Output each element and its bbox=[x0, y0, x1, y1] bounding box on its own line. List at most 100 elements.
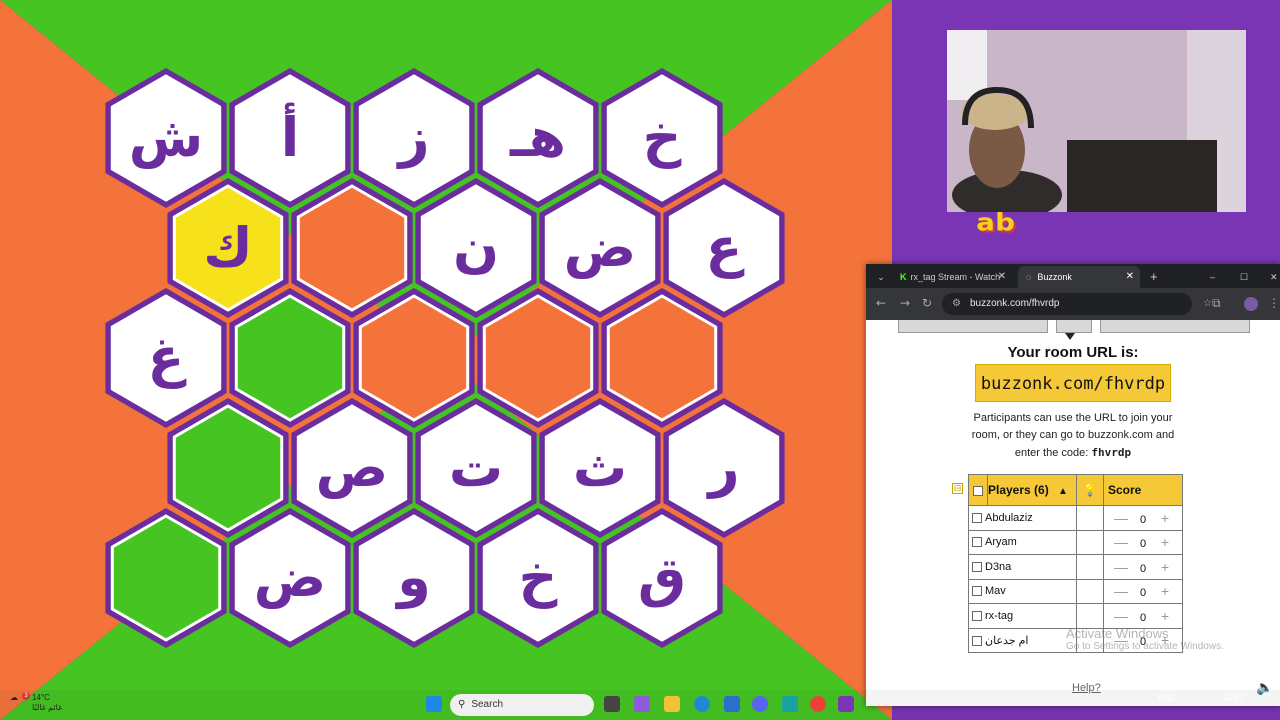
speaker-icon[interactable]: 🔈 bbox=[1256, 680, 1273, 696]
player-score: 0 bbox=[1139, 562, 1147, 575]
player-name: ام جدعان bbox=[985, 634, 1029, 647]
top-button-right[interactable] bbox=[1100, 320, 1250, 333]
edge-icon[interactable] bbox=[694, 696, 710, 712]
windows-start-icon[interactable] bbox=[426, 696, 442, 712]
minimize-button[interactable]: – bbox=[1210, 266, 1215, 288]
store-icon[interactable] bbox=[724, 696, 740, 712]
app-icon[interactable] bbox=[782, 696, 798, 712]
player-checkbox[interactable] bbox=[972, 635, 982, 646]
score-column-header: Score bbox=[1103, 474, 1183, 506]
player-name: rx-tag bbox=[985, 609, 1014, 622]
room-description: Participants can use the URL to join you… bbox=[968, 410, 1178, 462]
player-name-cell: Mav bbox=[968, 578, 1077, 604]
room-code: fhvrdp bbox=[1091, 446, 1132, 459]
player-checkbox[interactable] bbox=[972, 561, 982, 572]
player-name-cell: D3na bbox=[968, 554, 1077, 580]
close-window-button[interactable]: ✕ bbox=[1270, 266, 1278, 288]
tab-search-icon[interactable]: ⌄ bbox=[872, 266, 890, 288]
room-url-box[interactable]: buzzonk.com/fhvrdp bbox=[975, 364, 1171, 402]
webcam-feed bbox=[947, 30, 1246, 212]
player-score: 0 bbox=[1139, 587, 1147, 600]
language-indicator[interactable]: ENG bbox=[1158, 694, 1175, 703]
player-row: Abdulaziz — 0 + bbox=[968, 505, 1183, 531]
chrome-icon[interactable] bbox=[810, 696, 826, 712]
score-increment-button[interactable]: + bbox=[1153, 583, 1177, 599]
weather-widget[interactable]: 3 ☁ 14°C غائم غالبًا bbox=[10, 692, 62, 712]
score-decrement-button[interactable]: — bbox=[1109, 608, 1133, 624]
player-score-cell: — 0 + bbox=[1103, 554, 1183, 580]
extensions-icon[interactable]: ⧉ bbox=[1212, 296, 1221, 311]
player-name: D3na bbox=[985, 560, 1012, 573]
reload-icon[interactable]: ↻ bbox=[922, 296, 932, 310]
hex-letter: غ bbox=[148, 326, 187, 389]
room-description-text: Participants can use the URL to join you… bbox=[971, 412, 1175, 459]
score-decrement-button[interactable]: — bbox=[1109, 534, 1133, 550]
player-checkbox[interactable] bbox=[972, 512, 982, 523]
players-column-header[interactable]: Players (6) ▲ bbox=[987, 474, 1077, 506]
score-increment-button[interactable]: + bbox=[1153, 559, 1177, 575]
forward-icon[interactable]: → bbox=[900, 296, 910, 310]
score-decrement-button[interactable]: — bbox=[1109, 510, 1133, 526]
player-row: D3na — 0 + bbox=[968, 554, 1183, 580]
score-decrement-button[interactable]: — bbox=[1109, 559, 1133, 575]
player-score: 0 bbox=[1139, 538, 1147, 551]
tab-bar: ⌄ Krx_tag Stream - Watch ✕ ◌ Buzzonk ✕ + … bbox=[866, 264, 1280, 288]
player-checkbox[interactable] bbox=[972, 537, 982, 548]
score-increment-button[interactable]: + bbox=[1153, 534, 1177, 550]
player-buzz-cell bbox=[1076, 603, 1104, 629]
score-increment-button[interactable]: + bbox=[1153, 510, 1177, 526]
tab-stream-close-icon[interactable]: ✕ bbox=[998, 266, 1006, 288]
tab-buzzonk-label: Buzzonk bbox=[1037, 272, 1072, 282]
profile-avatar[interactable] bbox=[1244, 297, 1258, 311]
top-button-left[interactable] bbox=[898, 320, 1048, 333]
search-placeholder: Search bbox=[471, 699, 504, 710]
file-explorer-icon[interactable] bbox=[664, 696, 680, 712]
player-score-cell: — 0 + bbox=[1103, 578, 1183, 604]
bookmark-star-icon[interactable]: ☆ bbox=[1203, 293, 1212, 315]
sort-ascending-icon[interactable]: ▲ bbox=[1058, 486, 1068, 497]
back-icon[interactable]: ← bbox=[876, 296, 886, 310]
new-tab-button[interactable]: + bbox=[1150, 266, 1158, 288]
search-icon: ⚲ bbox=[458, 699, 466, 710]
select-all-checkbox[interactable] bbox=[973, 485, 983, 496]
globe-icon: ◌ bbox=[1026, 272, 1032, 282]
clock[interactable]: 11:51 bbox=[1224, 692, 1243, 703]
menu-icon[interactable]: ⋮ bbox=[1268, 296, 1280, 310]
taskbar-search[interactable]: ⚲ Search bbox=[450, 694, 594, 716]
player-checkbox[interactable] bbox=[972, 586, 982, 597]
discord-icon[interactable] bbox=[752, 696, 768, 712]
hex-letter: ش bbox=[129, 106, 204, 169]
score-increment-button[interactable]: + bbox=[1153, 608, 1177, 624]
score-decrement-button[interactable]: — bbox=[1109, 583, 1133, 599]
game-app-icon[interactable] bbox=[838, 696, 854, 712]
watermark-subtitle: Go to Settings to activate Windows. bbox=[1066, 641, 1224, 652]
player-score: 0 bbox=[1139, 513, 1147, 526]
hex-letter: ع bbox=[706, 216, 745, 279]
player-score-cell: — 0 + bbox=[1103, 505, 1183, 531]
hex-letter: ض bbox=[564, 216, 637, 280]
players-header-label: Players (6) bbox=[988, 483, 1049, 497]
url-field[interactable]: ⚙ buzzonk.com/fhvrdp ☆ bbox=[942, 293, 1212, 315]
widgets-icon[interactable] bbox=[634, 696, 650, 712]
select-all-cell bbox=[968, 474, 988, 506]
player-buzz-cell bbox=[1076, 554, 1104, 580]
hex-letter: ق bbox=[638, 546, 686, 609]
hex-letter: ز bbox=[395, 106, 429, 169]
tab-buzzonk-close-icon[interactable]: ✕ bbox=[1126, 266, 1134, 288]
hex-letter: ث bbox=[573, 436, 627, 499]
tab-stream[interactable]: Krx_tag Stream - Watch ✕ bbox=[894, 266, 1012, 288]
player-checkbox[interactable] bbox=[972, 610, 982, 621]
top-button-middle[interactable] bbox=[1056, 320, 1092, 333]
player-score-cell: — 0 + bbox=[1103, 603, 1183, 629]
hex-letter: ض bbox=[254, 546, 327, 610]
board-canvas: ش أ ز هـ خ ك ن ض ع غ ص ت ث ر ض و خ ق bbox=[0, 0, 892, 720]
game-board: ش أ ز هـ خ ك ن ض ع غ ص ت ث ر ض و خ ق bbox=[0, 0, 892, 720]
collapse-toggle[interactable]: ⊟ bbox=[952, 483, 963, 494]
hex-letter: و bbox=[394, 546, 431, 609]
player-score-cell: — 0 + bbox=[1103, 529, 1183, 555]
activation-watermark: Activate Windows Go to Settings to activ… bbox=[1066, 626, 1224, 652]
buzz-column-header: 💡 bbox=[1076, 474, 1104, 506]
tab-buzzonk[interactable]: ◌ Buzzonk ✕ bbox=[1018, 266, 1140, 288]
maximize-button[interactable]: ☐ bbox=[1240, 266, 1248, 288]
task-view-icon[interactable] bbox=[604, 696, 620, 712]
